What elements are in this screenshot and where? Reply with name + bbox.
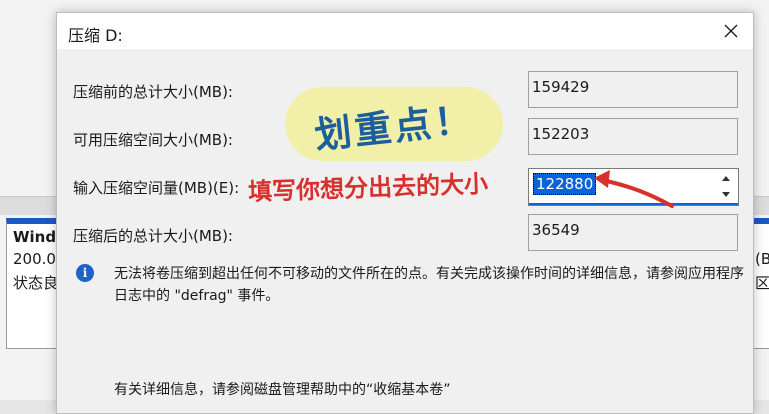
spin-up-button[interactable]: [715, 170, 736, 186]
total-size-before-label: 压缩前的总计大小(MB):: [73, 83, 233, 101]
info-icon: i: [76, 264, 94, 282]
total-size-after-label: 压缩后的总计大小(MB):: [73, 227, 233, 245]
volume-right-text-1: (B: [755, 250, 769, 268]
available-shrink-label: 可用压缩空间大小(MB):: [73, 131, 233, 149]
spin-down-button[interactable]: [715, 186, 736, 202]
spin-buttons: [715, 170, 736, 203]
info-message: 无法将卷压缩到超出任何不可移动的文件所在的点。有关完成该操作时间的详细信息，请参…: [114, 266, 744, 304]
volume-right-text-2: 区): [755, 274, 769, 292]
dialog-title: 压缩 D:: [68, 26, 123, 45]
total-size-before-value: 159429: [528, 71, 738, 108]
arrow-annotation-icon: [594, 170, 674, 208]
volume-block-right[interactable]: (B 区): [752, 218, 769, 349]
highlight-bubble: 划重点！: [285, 87, 503, 161]
close-button[interactable]: [709, 13, 753, 49]
highlight-bubble-text: 划重点！: [312, 96, 477, 158]
help-text: 有关详细信息，请参阅磁盘管理帮助中的“收缩基本卷”: [114, 382, 451, 398]
triangle-down-icon: [721, 191, 730, 197]
title-bar: 压缩 D:: [57, 13, 753, 49]
triangle-up-icon: [721, 175, 730, 181]
close-icon: [724, 24, 738, 38]
available-shrink-value: 152203: [528, 118, 738, 155]
total-size-after-value: 36549: [528, 214, 738, 251]
shrink-amount-label: 输入压缩空间量(MB)(E):: [73, 179, 240, 197]
